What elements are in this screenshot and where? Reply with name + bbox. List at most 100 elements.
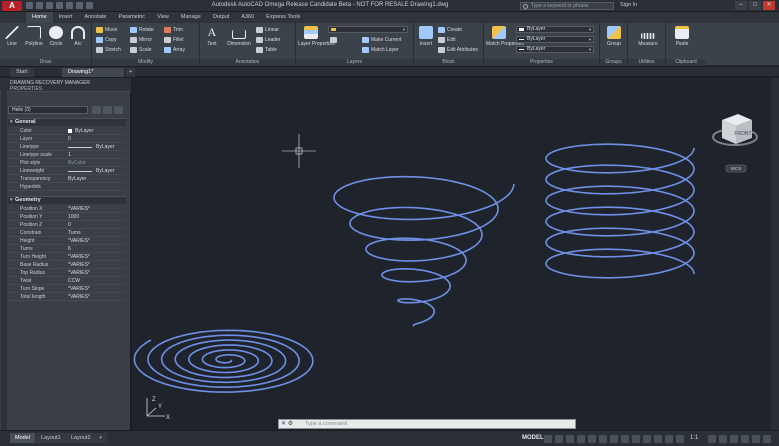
edit-block-button[interactable]: Edit [438, 36, 456, 44]
property-value[interactable]: *VARIES* [68, 205, 90, 213]
linetype-dropdown[interactable]: ByLayer ▼ [516, 46, 594, 53]
polar-icon[interactable] [577, 435, 585, 443]
block-panel-title[interactable]: Block [414, 59, 483, 66]
scale-button[interactable]: Scale [130, 46, 152, 54]
isolate-objects-icon[interactable] [730, 435, 738, 443]
property-row[interactable]: Base Radius *VARIES* [8, 261, 126, 269]
layer-dropdown[interactable]: ▼ [328, 26, 408, 33]
redo-icon[interactable] [86, 2, 93, 9]
mirror-button[interactable]: Mirror [130, 36, 152, 44]
tab-view[interactable]: View [151, 12, 175, 23]
save-icon[interactable] [46, 2, 53, 9]
3d-osnap-icon[interactable] [643, 435, 651, 443]
line-button[interactable]: Line [2, 26, 22, 47]
annotation-monitor-icon[interactable] [719, 435, 727, 443]
viewcube-face[interactable]: FRONT [734, 131, 751, 137]
tab-layout1[interactable]: Layout1 [36, 433, 66, 443]
leader-button[interactable]: Leader [256, 36, 281, 44]
property-row[interactable]: Total length *VARIES* [8, 293, 126, 301]
fillet-button[interactable]: Fillet [164, 36, 184, 44]
workspace-gear-icon[interactable] [708, 435, 716, 443]
dynamic-ucs-icon[interactable] [654, 435, 662, 443]
sign-in-link[interactable]: Sign In [620, 2, 637, 8]
circle-button[interactable]: Circle [46, 26, 66, 47]
general-section[interactable]: ▾ General [8, 118, 126, 126]
object-type-select[interactable]: Helix (3) [8, 106, 88, 114]
property-row[interactable]: Hyperlink [8, 183, 126, 191]
property-row[interactable]: Position Y 1000 [8, 213, 126, 221]
property-row[interactable]: Transparency ByLayer [8, 175, 126, 183]
ortho-icon[interactable] [566, 435, 574, 443]
text-button[interactable]: A Text [202, 26, 222, 48]
tab-output[interactable]: Output [207, 12, 236, 23]
property-value[interactable]: ByLayer [96, 143, 114, 151]
tab-drawing1[interactable]: Drawing1* [62, 68, 124, 77]
undo-icon[interactable] [76, 2, 83, 9]
dimension-button[interactable]: Dimension [226, 26, 252, 47]
plot-icon[interactable] [66, 2, 73, 9]
snap-icon[interactable] [555, 435, 563, 443]
property-row[interactable]: Turn Height *VARIES* [8, 253, 126, 261]
property-value[interactable]: *VARIES* [68, 253, 90, 261]
model-space[interactable]: FRONT WCS Z X Y [132, 78, 771, 430]
palette-title-strip[interactable] [1, 78, 7, 430]
hardware-acceleration-icon[interactable] [741, 435, 749, 443]
otrack-icon[interactable] [599, 435, 607, 443]
property-value[interactable]: *VARIES* [68, 237, 90, 245]
tab-start[interactable]: Start [10, 68, 34, 77]
array-button[interactable]: Array [164, 46, 185, 54]
minimize-button[interactable]: – [735, 1, 747, 10]
flat-spiral-helix[interactable] [133, 329, 314, 393]
property-row[interactable]: Position Z 0 [8, 221, 126, 229]
annotation-scale[interactable]: 1:1 [690, 435, 698, 441]
property-value[interactable]: *VARIES* [68, 285, 90, 293]
move-button[interactable]: Move [96, 26, 117, 34]
vertical-scrollbar[interactable] [771, 78, 779, 430]
property-value[interactable]: ByColor [68, 159, 86, 167]
tab-express-tools[interactable]: Express Tools [260, 12, 306, 23]
property-value[interactable]: *VARIES* [68, 269, 90, 277]
clipboard-panel-title[interactable]: Clipboard [666, 59, 706, 66]
tab-parametric[interactable]: Parametric [112, 12, 151, 23]
property-value[interactable]: ByLayer [96, 167, 114, 175]
color-dropdown[interactable]: ByLayer ▼ [516, 26, 594, 33]
property-row[interactable]: Top Radius *VARIES* [8, 269, 126, 277]
viewcube[interactable]: FRONT WCS [712, 114, 758, 173]
tab-insert[interactable]: Insert [53, 12, 79, 23]
property-row[interactable]: Color ByLayer [8, 127, 126, 135]
tab-model[interactable]: Model [10, 433, 35, 443]
lineweight-dropdown[interactable]: ByLayer ▼ [516, 36, 594, 43]
save-as-icon[interactable] [56, 2, 63, 9]
grid-icon[interactable] [544, 435, 552, 443]
drawing-area[interactable]: FRONT WCS Z X Y [132, 78, 771, 430]
clean-screen-icon[interactable] [752, 435, 760, 443]
tab-home[interactable]: Home [26, 12, 53, 23]
match-layer-button[interactable]: Match Layer [362, 46, 399, 54]
layers-panel-title[interactable]: Layers [296, 59, 413, 66]
property-value[interactable]: 0 [68, 221, 71, 229]
annotation-visibility-icon[interactable] [665, 435, 673, 443]
conical-helix[interactable] [333, 175, 515, 327]
property-value[interactable]: 1000 [68, 213, 79, 221]
annotation-panel-title[interactable]: Annotation [200, 59, 295, 66]
transparency-icon[interactable] [621, 435, 629, 443]
add-layout-button[interactable]: + [94, 433, 108, 443]
rotate-button[interactable]: Rotate [130, 26, 154, 34]
tab-annotate[interactable]: Annotate [78, 12, 112, 23]
command-close-icon[interactable]: ✕ ⚙ [281, 420, 293, 428]
command-line[interactable]: ✕ ⚙ Type a command [278, 419, 576, 429]
utilities-panel-title[interactable]: Utilities [628, 59, 665, 66]
new-icon[interactable] [26, 2, 33, 9]
property-row[interactable]: Constrain Turns [8, 229, 126, 237]
measure-button[interactable]: Measure [636, 26, 660, 47]
geometry-section[interactable]: ▾ Geometry [8, 196, 126, 204]
cylindrical-helix[interactable] [545, 143, 695, 279]
selection-cycling-icon[interactable] [632, 435, 640, 443]
close-button[interactable]: ✕ [763, 1, 775, 10]
tab-layout2[interactable]: Layout2 [66, 433, 96, 443]
new-tab-button[interactable]: + [126, 68, 136, 77]
open-icon[interactable] [36, 2, 43, 9]
property-value[interactable]: CCW [68, 277, 80, 285]
select-objects-icon[interactable] [103, 106, 112, 114]
command-input[interactable]: Type a command [305, 420, 347, 428]
